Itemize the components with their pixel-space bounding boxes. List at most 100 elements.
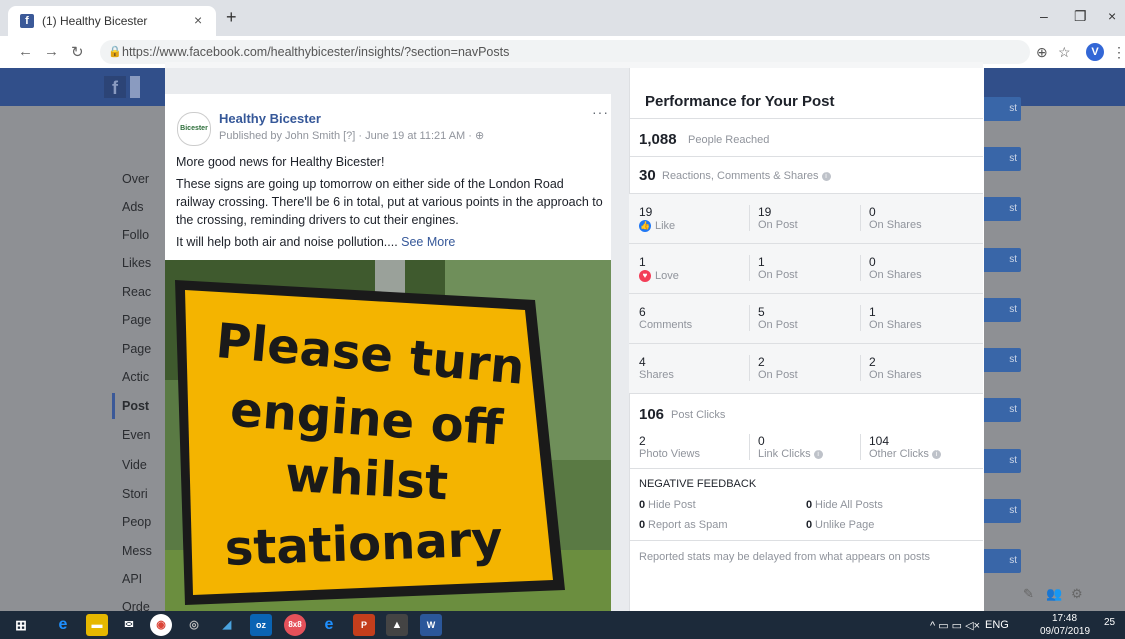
footnote-row: Reported stats may be delayed from what … bbox=[629, 540, 983, 571]
sidebar-item-ads[interactable]: Ads bbox=[122, 200, 144, 214]
zoom-icon[interactable]: ⊕ bbox=[1036, 44, 1048, 61]
sidebar-item-api[interactable]: API bbox=[122, 572, 142, 586]
powerpoint-icon[interactable]: P bbox=[353, 614, 375, 636]
sidebar-item-followers[interactable]: Follo bbox=[122, 228, 149, 242]
photos-icon[interactable]: ▲ bbox=[386, 614, 408, 636]
forward-arrow-icon[interactable]: → bbox=[44, 43, 59, 60]
love-total: 1 bbox=[639, 255, 646, 269]
sidebar-item-videos[interactable]: Vide bbox=[122, 458, 147, 472]
edit-icon[interactable]: ✎ bbox=[1023, 586, 1034, 602]
facebook-logo-icon[interactable]: f bbox=[104, 76, 126, 98]
divider bbox=[749, 434, 750, 460]
negative-feedback-title: NEGATIVE FEEDBACK bbox=[639, 478, 757, 490]
windows-taskbar: ⊞ e ▬ ✉ ◉ ◎ ◢ oz 8x8 e P ▲ W ^ ▭ ▭ ◁× EN… bbox=[0, 611, 1125, 639]
tab-close-icon[interactable]: × bbox=[194, 12, 202, 28]
sidebar-item-overview[interactable]: Over bbox=[122, 172, 149, 186]
sidebar-item-people[interactable]: Peop bbox=[122, 515, 151, 529]
lock-icon: 🔒 bbox=[108, 46, 122, 58]
divider bbox=[749, 205, 750, 231]
link-clicks-value: 0 bbox=[758, 434, 765, 448]
notes-icon[interactable]: ◢ bbox=[216, 614, 238, 636]
app-icon[interactable]: ◎ bbox=[183, 614, 205, 636]
windows-start-icon[interactable]: ⊞ bbox=[10, 614, 32, 636]
report-spam-label: Report as Spam bbox=[648, 519, 728, 531]
reload-icon[interactable]: ↻ bbox=[71, 43, 84, 61]
sidebar-item-page-previews[interactable]: Page bbox=[122, 342, 151, 356]
new-tab-button[interactable]: + bbox=[226, 7, 237, 28]
post-options-icon[interactable]: ··· bbox=[592, 104, 609, 120]
close-window-button[interactable]: × bbox=[1108, 8, 1116, 24]
page-avatar[interactable]: Bicester bbox=[177, 112, 211, 146]
browser-tab[interactable]: f (1) Healthy Bicester × bbox=[8, 6, 216, 36]
publisher-text: Published by John Smith [?] · June 19 at… bbox=[219, 130, 475, 142]
sidebar-item-page-views[interactable]: Page bbox=[122, 313, 151, 327]
divider bbox=[749, 355, 750, 381]
shares-on-shares: 2 bbox=[869, 355, 876, 369]
comments-on-shares: 1 bbox=[869, 305, 876, 319]
word-icon[interactable]: W bbox=[420, 614, 442, 636]
settings-gear-icon[interactable]: ⚙ bbox=[1071, 586, 1083, 602]
sidebar-item-stories[interactable]: Stori bbox=[122, 487, 148, 501]
comments-label: Comments bbox=[639, 319, 693, 331]
unlike-page-label: Unlike Page bbox=[815, 519, 875, 531]
sign-text-line-3: whilst bbox=[284, 447, 450, 511]
outlook-icon[interactable]: oz bbox=[250, 614, 272, 636]
edge-browser-icon[interactable]: e bbox=[52, 614, 74, 636]
post-text-fragment: It will help both air and noise pollutio… bbox=[176, 235, 402, 249]
profile-avatar[interactable]: V bbox=[1086, 43, 1104, 61]
language-indicator[interactable]: ENG bbox=[985, 619, 1009, 631]
notifications-icon[interactable]: 25 bbox=[1104, 617, 1115, 628]
clock-date[interactable]: 09/07/2019 bbox=[1040, 626, 1090, 637]
divider bbox=[860, 305, 861, 331]
shares-label: Shares bbox=[639, 369, 674, 381]
people-reached-row: 1,088 People Reached bbox=[629, 118, 983, 157]
sidebar-item-actions[interactable]: Actic bbox=[122, 370, 149, 384]
bookmark-star-icon[interactable]: ☆ bbox=[1058, 44, 1071, 61]
on-shares-label: On Shares bbox=[869, 369, 922, 381]
sidebar-item-events[interactable]: Even bbox=[122, 428, 151, 442]
unlike-page-value: 0 bbox=[806, 519, 813, 531]
search-box-fragment[interactable] bbox=[130, 76, 140, 98]
hide-post-label: Hide Post bbox=[648, 499, 696, 511]
post-clicks-row: 106 Post Clicks 2 Photo Views 0 Link Cli… bbox=[629, 393, 983, 469]
back-arrow-icon[interactable]: ← bbox=[18, 43, 33, 60]
sidebar-item-likes[interactable]: Likes bbox=[122, 256, 151, 270]
clock-time[interactable]: 17:48 bbox=[1052, 613, 1077, 624]
sidebar-item-posts[interactable]: Post bbox=[122, 399, 149, 413]
info-icon[interactable]: i bbox=[813, 449, 823, 459]
post-photo[interactable]: Please turn engine off whilst stationary bbox=[165, 260, 611, 611]
hide-all-posts-value: 0 bbox=[806, 499, 813, 511]
reactions-row: 30 Reactions, Comments & Shares i bbox=[629, 156, 983, 194]
chrome-menu-icon[interactable]: ⋮ bbox=[1112, 44, 1125, 61]
file-explorer-icon[interactable]: ▬ bbox=[86, 614, 108, 636]
on-post-label: On Post bbox=[758, 319, 798, 331]
info-icon[interactable]: i bbox=[931, 449, 941, 459]
chrome-icon[interactable]: ◉ bbox=[150, 614, 172, 636]
8x8-icon[interactable]: 8x8 bbox=[284, 614, 306, 636]
info-icon[interactable]: i bbox=[821, 171, 831, 181]
mail-icon[interactable]: ✉ bbox=[118, 614, 140, 636]
people-icon[interactable]: 👥 bbox=[1046, 586, 1062, 602]
sidebar-item-reach[interactable]: Reac bbox=[122, 285, 151, 299]
divider bbox=[860, 205, 861, 231]
page-name-link[interactable]: Healthy Bicester bbox=[219, 111, 321, 126]
post-text-line: More good news for Healthy Bicester! bbox=[176, 155, 385, 169]
on-shares-label: On Shares bbox=[869, 319, 922, 331]
like-on-shares: 0 bbox=[869, 205, 876, 219]
tab-title: (1) Healthy Bicester bbox=[42, 14, 148, 28]
minimize-button[interactable]: – bbox=[1040, 8, 1048, 24]
internet-explorer-icon[interactable]: e bbox=[318, 614, 340, 636]
other-clicks-text: Other Clicks bbox=[869, 448, 929, 460]
tray-icons[interactable]: ^ ▭ ▭ ◁× bbox=[930, 619, 980, 632]
on-post-label: On Post bbox=[758, 269, 798, 281]
people-reached-value: 1,088 bbox=[639, 131, 677, 148]
sidebar-item-messages[interactable]: Mess bbox=[122, 544, 152, 558]
see-more-link[interactable]: See More bbox=[401, 235, 455, 249]
maximize-button[interactable]: ❐ bbox=[1074, 8, 1087, 25]
post-text-paragraph: These signs are going up tomorrow on eit… bbox=[176, 177, 603, 227]
photo-views-label: Photo Views bbox=[639, 448, 700, 460]
divider bbox=[749, 305, 750, 331]
performance-title: Performance for Your Post bbox=[645, 93, 835, 110]
like-label: Like bbox=[655, 220, 676, 232]
address-bar[interactable]: 🔒 https://www.facebook.com/healthybicest… bbox=[100, 40, 1030, 64]
